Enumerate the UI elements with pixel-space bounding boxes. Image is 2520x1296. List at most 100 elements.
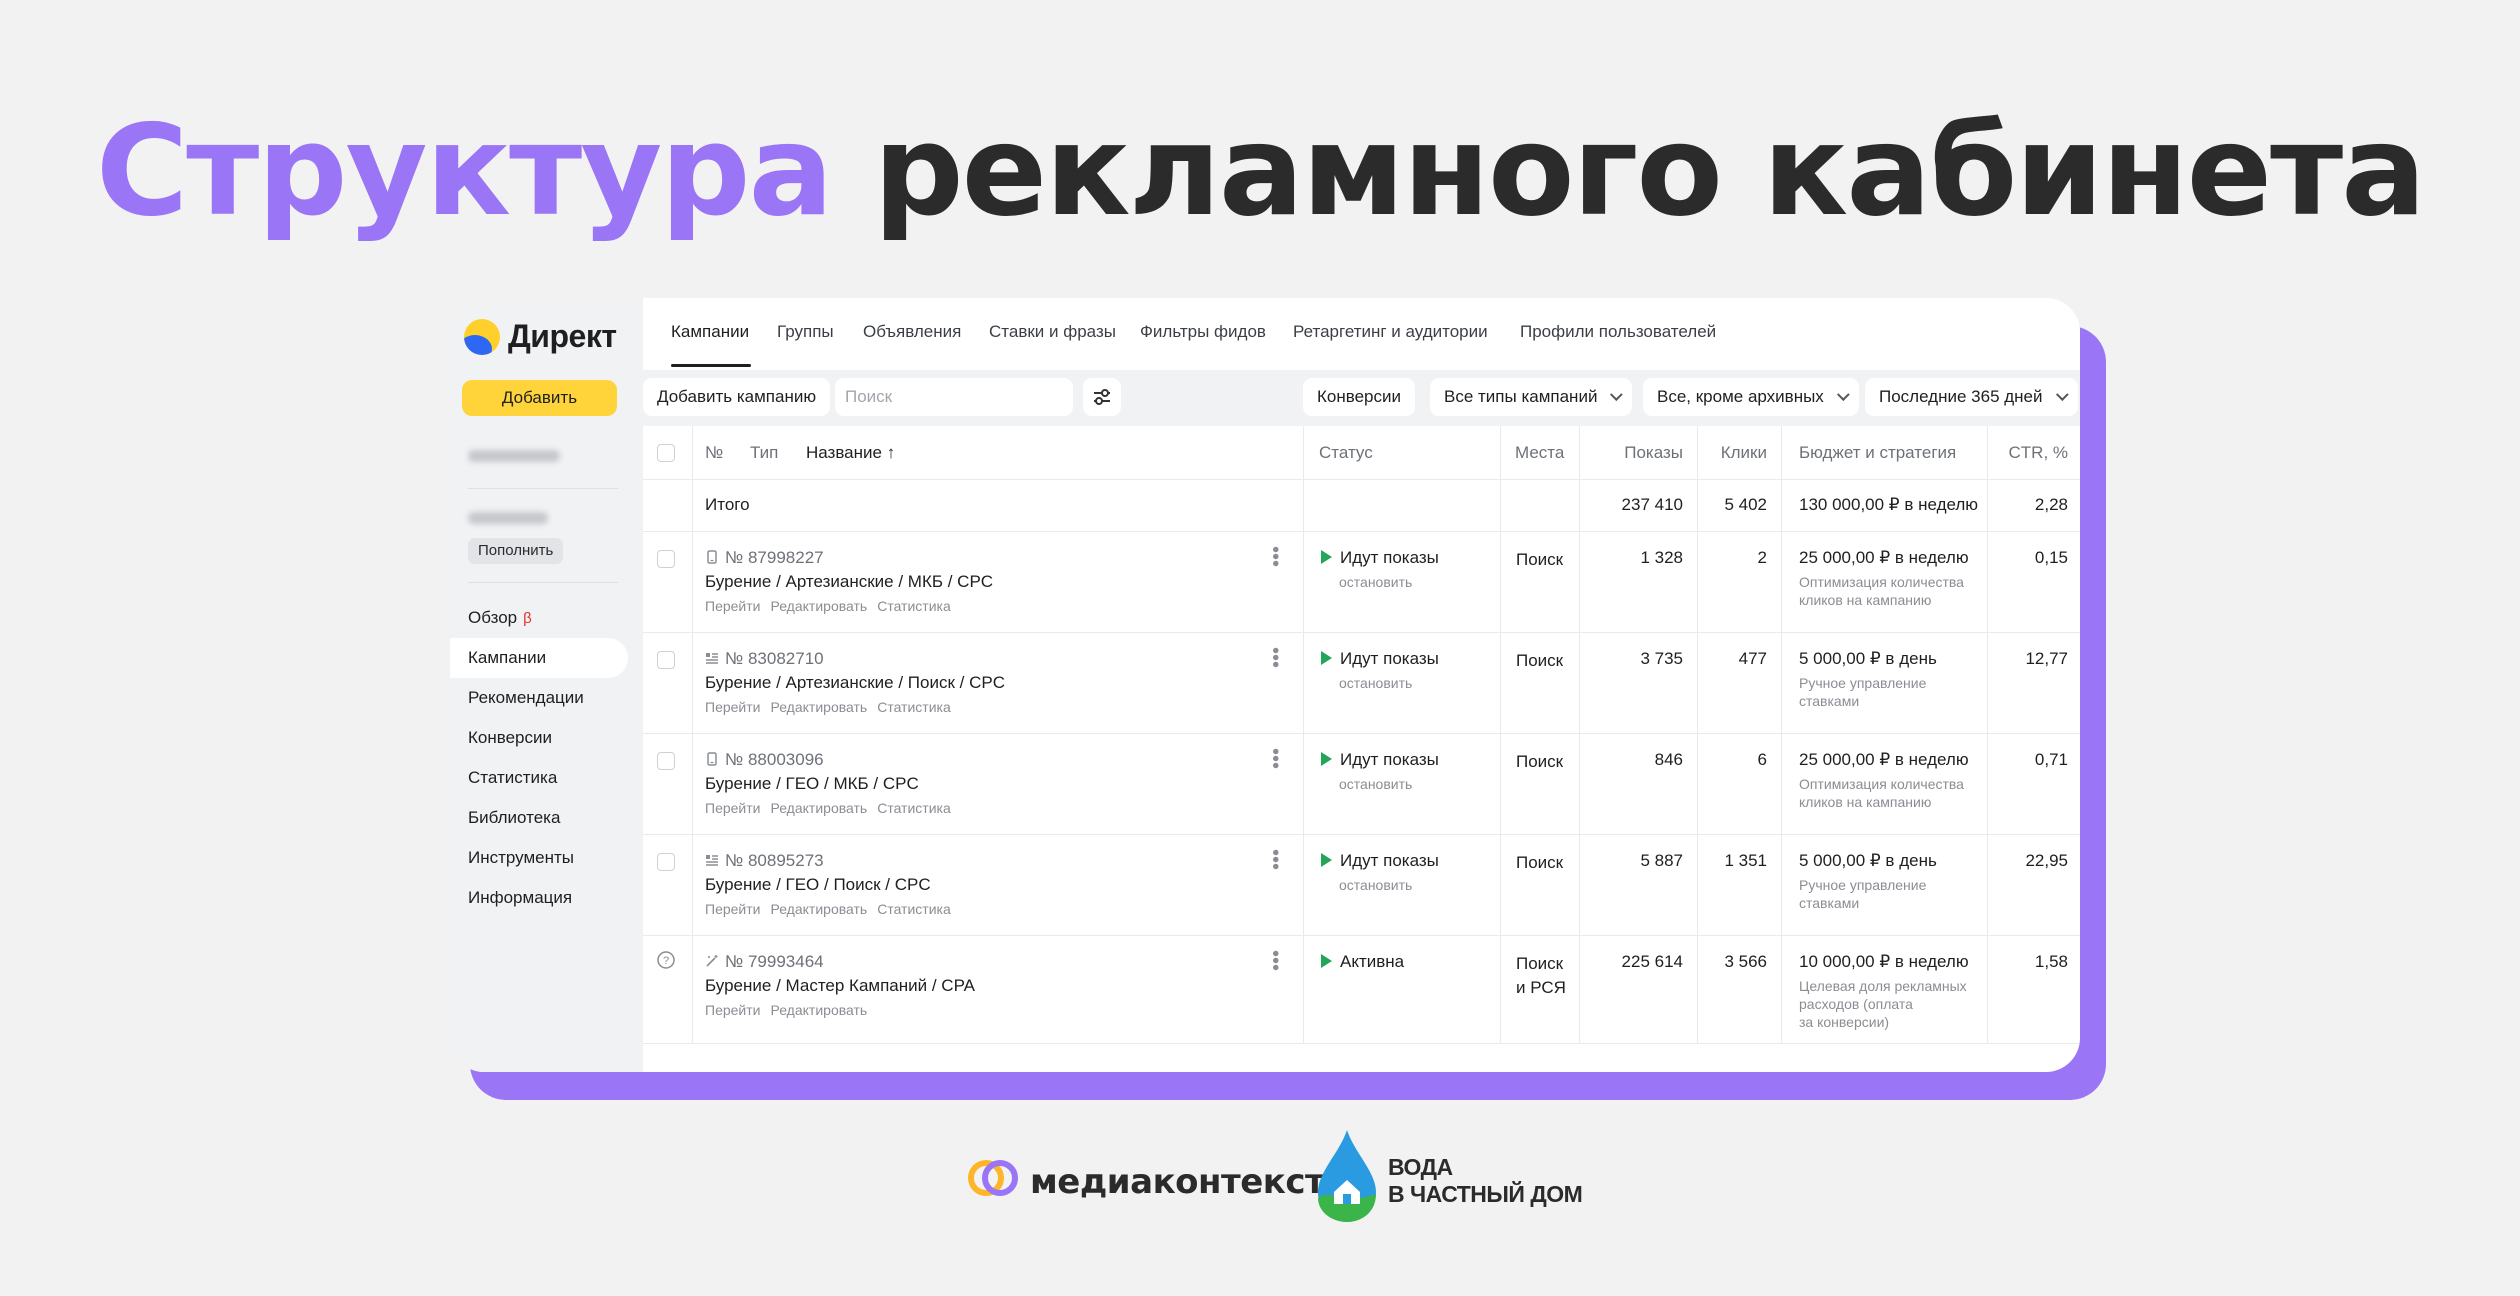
header-budget[interactable]: Бюджет и стратегия — [1799, 443, 1956, 463]
stop-link[interactable]: остановить — [1339, 574, 1412, 590]
sidebar-item-recommendations[interactable]: Рекомендации — [450, 678, 643, 718]
header-name-sort[interactable]: Название ↑ — [806, 443, 895, 463]
more-menu-icon[interactable]: ••• — [1264, 748, 1286, 769]
campaign-name[interactable]: Бурение / Артезианские / МКБ / CPC — [705, 572, 993, 592]
sidebar-item-tools[interactable]: Инструменты — [450, 838, 643, 878]
more-menu-icon[interactable]: ••• — [1264, 546, 1286, 567]
row-checkbox[interactable] — [657, 853, 675, 871]
campaign-places: Поиск и РСЯ — [1516, 952, 1566, 1000]
link-edit[interactable]: Редактировать — [770, 699, 867, 715]
tab-ads[interactable]: Объявления — [863, 322, 961, 342]
link-stats[interactable]: Статистика — [877, 901, 951, 917]
link-go[interactable]: Перейти — [705, 800, 760, 816]
link-edit[interactable]: Редактировать — [770, 598, 867, 614]
select-all-checkbox[interactable] — [657, 444, 675, 462]
table-row[interactable]: № 88003096 Бурение / ГЕО / МКБ / CPC Пер… — [643, 734, 2080, 835]
more-menu-icon[interactable]: ••• — [1264, 647, 1286, 668]
link-edit[interactable]: Редактировать — [770, 1002, 867, 1018]
table-row[interactable]: № 87998227 Бурение / Артезианские / МКБ … — [643, 532, 2080, 633]
campaign-id-text: № 80895273 — [725, 851, 824, 870]
campaign-status: Идут показы — [1321, 649, 1439, 669]
link-stats[interactable]: Статистика — [877, 598, 951, 614]
status-text: Активна — [1340, 952, 1405, 971]
header-num: № — [705, 443, 724, 462]
stop-link[interactable]: остановить — [1339, 776, 1412, 792]
campaign-shows: 225 614 — [1621, 952, 1683, 971]
campaign-name[interactable]: Бурение / Артезианские / Поиск / CPC — [705, 673, 1005, 693]
archive-filter-label: Все, кроме архивных — [1657, 387, 1824, 406]
conversions-select[interactable]: Конверсии — [1303, 378, 1415, 416]
tab-feed-filters[interactable]: Фильтры фидов — [1140, 322, 1266, 342]
sidebar-item-overview[interactable]: Обзор β — [450, 598, 643, 638]
link-edit[interactable]: Редактировать — [770, 800, 867, 816]
link-stats[interactable]: Статистика — [877, 800, 951, 816]
campaign-id-text: № 88003096 — [725, 750, 824, 769]
mediacontext-logo-icon — [968, 1160, 1018, 1196]
tab-campaigns[interactable]: Кампании — [671, 322, 749, 342]
add-campaign-button[interactable]: Добавить кампанию — [643, 378, 831, 416]
help-icon[interactable]: ? — [656, 950, 676, 975]
campaign-status: Идут показы — [1321, 851, 1439, 871]
sidebar-item-statistics[interactable]: Статистика — [450, 758, 643, 798]
link-go[interactable]: Перейти — [705, 598, 760, 614]
header-places[interactable]: Места — [1515, 443, 1564, 463]
search-input[interactable] — [835, 378, 1073, 416]
archive-filter-select[interactable]: Все, кроме архивных — [1643, 378, 1859, 416]
campaign-shows: 1 328 — [1640, 548, 1683, 567]
link-go[interactable]: Перейти — [705, 901, 760, 917]
campaign-links: Перейти Редактировать Статистика — [705, 901, 961, 917]
header-status[interactable]: Статус — [1319, 443, 1373, 463]
sidebar-item-label: Конверсии — [468, 728, 552, 747]
tab-retargeting[interactable]: Ретаргетинг и аудитории — [1293, 322, 1488, 342]
campaign-budget: 25 000,00 ₽ в неделю — [1799, 750, 1969, 769]
sidebar-item-information[interactable]: Информация — [450, 878, 643, 918]
campaign-id-text: № 79993464 — [725, 952, 824, 971]
header-shows[interactable]: Показы — [1579, 443, 1683, 463]
table-row[interactable]: ? № 79993464 Бурение / Мастер Кампаний /… — [643, 936, 2080, 1044]
status-text: Идут показы — [1340, 851, 1439, 870]
row-checkbox[interactable] — [657, 651, 675, 669]
link-edit[interactable]: Редактировать — [770, 901, 867, 917]
more-menu-icon[interactable]: ••• — [1264, 849, 1286, 870]
link-go[interactable]: Перейти — [705, 1002, 760, 1018]
table-row[interactable]: № 83082710 Бурение / Артезианские / Поис… — [643, 633, 2080, 734]
campaign-types-select[interactable]: Все типы кампаний — [1430, 378, 1633, 416]
row-checkbox[interactable] — [657, 752, 675, 770]
row-checkbox[interactable] — [657, 550, 675, 568]
tab-bids-phrases[interactable]: Ставки и фразы — [989, 322, 1116, 342]
header-clicks[interactable]: Клики — [1697, 443, 1767, 463]
headline-rest: рекламного кабинета — [873, 97, 2426, 244]
add-button[interactable]: Добавить — [462, 380, 617, 416]
topup-button[interactable]: Пополнить — [468, 538, 564, 564]
header-ctr[interactable]: CTR, % — [1987, 443, 2069, 463]
filter-settings-button[interactable] — [1083, 378, 1121, 416]
period-select[interactable]: Последние 365 дней — [1865, 378, 2078, 416]
sidebar-item-campaigns[interactable]: Кампании — [450, 638, 628, 678]
total-ctr: 2,28 — [2034, 495, 2068, 514]
tab-user-profiles[interactable]: Профили пользователей — [1520, 322, 1716, 342]
campaign-shows: 846 — [1654, 750, 1683, 769]
sidebar-item-library[interactable]: Библиотека — [450, 798, 643, 838]
strategy-line: за конверсии) — [1799, 1014, 1890, 1030]
link-stats[interactable]: Статистика — [877, 699, 951, 715]
campaign-name[interactable]: Бурение / ГЕО / МКБ / CPC — [705, 774, 919, 794]
sidebar-divider — [468, 582, 618, 583]
chevron-down-icon — [1836, 388, 1850, 402]
sidebar-item-conversions[interactable]: Конверсии — [450, 718, 643, 758]
tab-groups[interactable]: Группы — [777, 322, 834, 342]
link-go[interactable]: Перейти — [705, 699, 760, 715]
campaign-id: № 79993464 — [705, 952, 824, 972]
total-shows: 237 410 — [1621, 495, 1683, 514]
status-text: Идут показы — [1340, 548, 1439, 567]
direct-logo-text: Директ — [508, 318, 617, 354]
campaign-name[interactable]: Бурение / ГЕО / Поиск / CPC — [705, 875, 931, 895]
more-menu-icon[interactable]: ••• — [1264, 950, 1286, 971]
campaign-name[interactable]: Бурение / Мастер Кампаний / CPA — [705, 976, 975, 996]
stop-link[interactable]: остановить — [1339, 675, 1412, 691]
table-row[interactable]: № 80895273 Бурение / ГЕО / Поиск / CPC П… — [643, 835, 2080, 936]
campaign-budget: 25 000,00 ₽ в неделю — [1799, 548, 1969, 567]
campaign-places: Поиск — [1516, 752, 1564, 771]
direct-logo[interactable]: Директ — [464, 318, 617, 355]
campaign-ctr: 0,71 — [2034, 750, 2068, 769]
stop-link[interactable]: остановить — [1339, 877, 1412, 893]
